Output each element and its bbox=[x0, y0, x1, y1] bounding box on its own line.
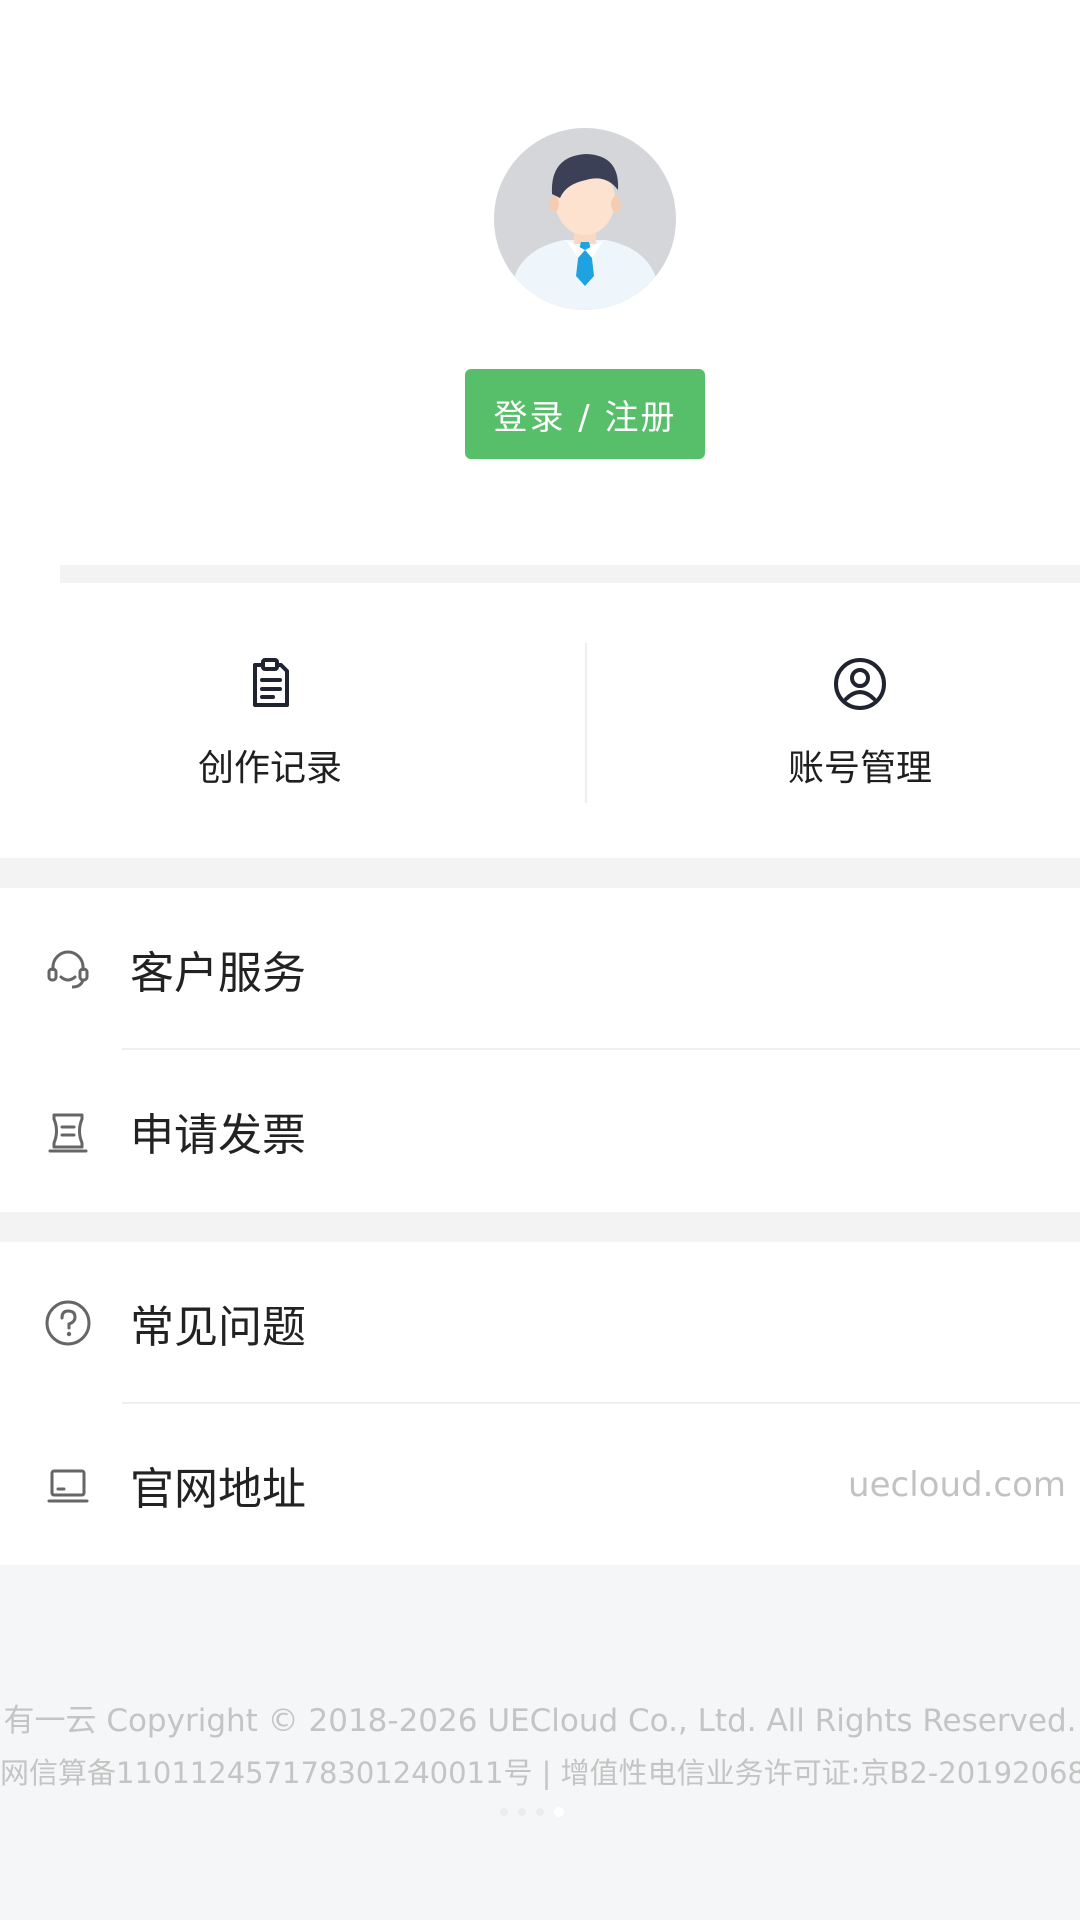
laptop-icon bbox=[44, 1461, 92, 1509]
section-divider bbox=[60, 565, 1080, 583]
section-gap bbox=[0, 1212, 1080, 1242]
menu-item-official-website[interactable]: 官网地址 uecloud.com bbox=[0, 1404, 1080, 1566]
website-url-link[interactable]: uecloud.com bbox=[848, 1465, 1066, 1505]
invoice-icon bbox=[44, 1107, 92, 1155]
license-text: 网信算备110112457178301240011号 | 增值性电信业务许可证:… bbox=[0, 1756, 1080, 1790]
question-circle-icon bbox=[44, 1299, 92, 1347]
quick-actions-divider bbox=[585, 643, 587, 803]
avatar[interactable] bbox=[494, 128, 676, 310]
account-management-button[interactable]: 账号管理 bbox=[590, 583, 1080, 858]
page-dot bbox=[536, 1808, 544, 1816]
page-dot bbox=[518, 1808, 526, 1816]
clipboard-icon bbox=[253, 658, 289, 707]
menu-group-services: 客户服务 申请发票 bbox=[0, 888, 1080, 1212]
profile-header: 登录 / 注册 bbox=[0, 0, 1080, 565]
profile-page: 登录 / 注册 创作记录 账号管理 客户服务 申请发票 常见问题 官网地址 ue… bbox=[0, 0, 1080, 1920]
creation-records-button[interactable]: 创作记录 bbox=[0, 583, 540, 858]
copyright-text: 有一云 Copyright © 2018-2026 UECloud Co., L… bbox=[3, 1703, 1077, 1739]
section-gap bbox=[0, 858, 1080, 888]
menu-item-customer-service[interactable]: 客户服务 bbox=[0, 888, 1080, 1050]
menu-item-label: 官网地址 bbox=[130, 1464, 306, 1515]
quick-actions: 创作记录 账号管理 bbox=[0, 583, 1080, 858]
account-management-label: 账号管理 bbox=[787, 748, 932, 789]
page-indicator bbox=[500, 1807, 564, 1817]
user-circle-icon bbox=[834, 658, 886, 710]
page-dot bbox=[500, 1808, 508, 1816]
creation-records-label: 创作记录 bbox=[197, 748, 342, 789]
menu-item-label: 常见问题 bbox=[130, 1302, 306, 1353]
menu-item-faq[interactable]: 常见问题 bbox=[0, 1242, 1080, 1404]
avatar-illustration-icon bbox=[494, 128, 676, 310]
headset-icon bbox=[44, 945, 92, 993]
page-dot-active bbox=[554, 1807, 564, 1817]
footer: 有一云 Copyright © 2018-2026 UECloud Co., L… bbox=[0, 1565, 1080, 1920]
menu-item-label: 申请发票 bbox=[130, 1110, 306, 1161]
menu-item-apply-invoice[interactable]: 申请发票 bbox=[0, 1050, 1080, 1212]
login-register-button[interactable]: 登录 / 注册 bbox=[465, 369, 705, 459]
menu-item-label: 客户服务 bbox=[130, 948, 306, 999]
menu-group-help: 常见问题 官网地址 uecloud.com bbox=[0, 1242, 1080, 1565]
